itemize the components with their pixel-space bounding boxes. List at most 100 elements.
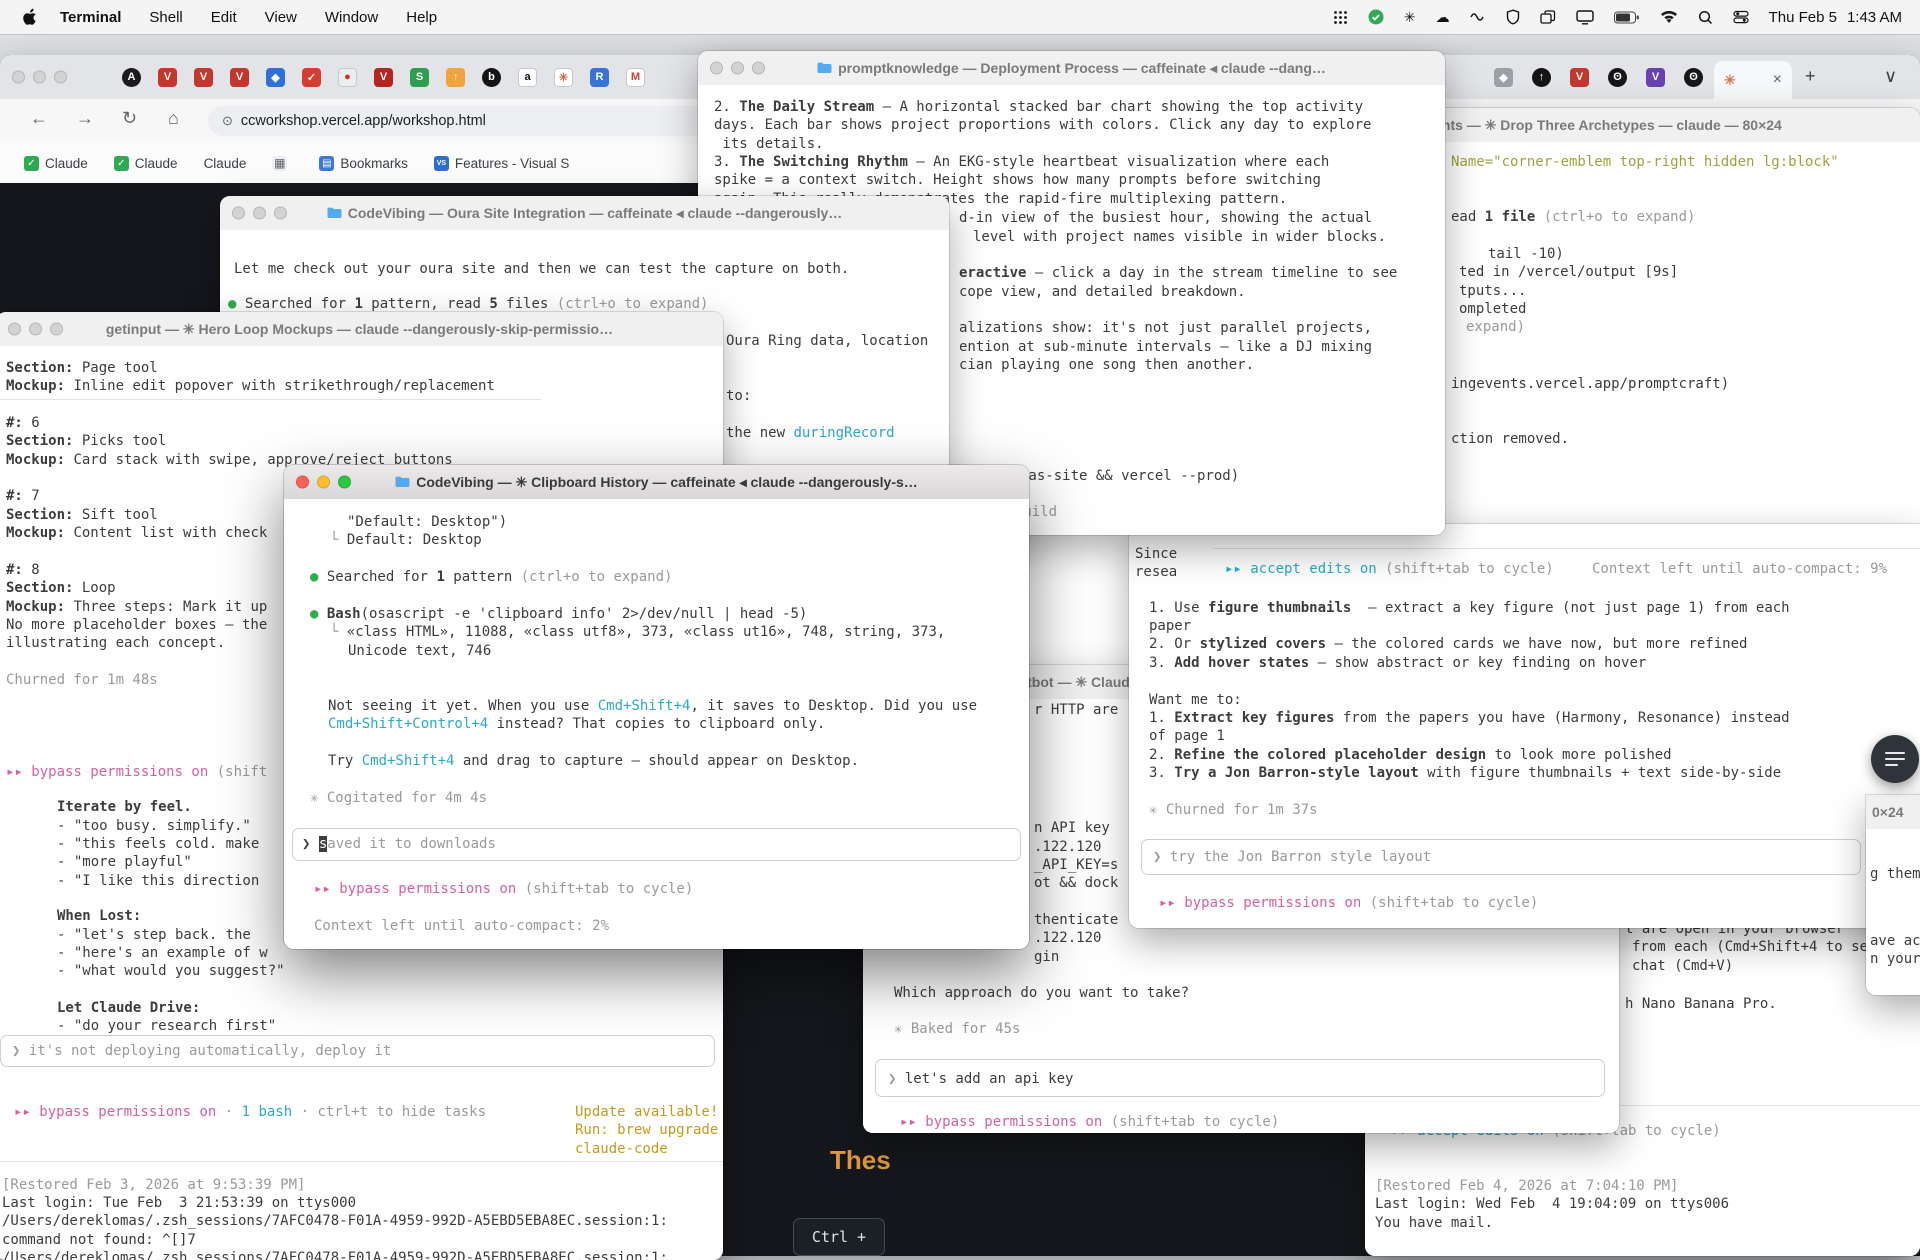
tab-search-button[interactable]: ∨ xyxy=(1884,65,1897,87)
minimize-button[interactable] xyxy=(33,71,46,84)
terminal-line: level with project names visible in wide… xyxy=(973,228,1386,246)
window-titlebar[interactable]: CodeVibing — Oura Site Integration — caf… xyxy=(220,196,949,231)
floating-menu-button[interactable] xyxy=(1871,735,1919,783)
active-tab[interactable]: ✳ × xyxy=(1714,61,1792,99)
pinned-tab[interactable]: R xyxy=(590,68,609,87)
terminal-line: from each (Cmd+Shift+4 to select xyxy=(1632,938,1902,956)
bookmark-item[interactable]: ✓Claude xyxy=(24,156,88,171)
bookmark-label: Bookmarks xyxy=(340,156,408,171)
window-titlebar[interactable]: getinput — ✳ Hero Loop Mockups — claude … xyxy=(0,312,723,347)
pinned-tab[interactable]: A xyxy=(122,68,141,87)
vs-bookmark-icon: VS xyxy=(434,156,449,171)
bookmark-item[interactable]: VSFeatures - Visual S xyxy=(434,156,570,171)
menu-terminal[interactable]: Terminal xyxy=(60,9,121,26)
terminal-line: Context left until auto-compact: 2% xyxy=(314,917,609,935)
reload-button[interactable]: ↻ xyxy=(116,107,143,130)
terminal-line: resea xyxy=(1135,563,1177,581)
forward-button[interactable]: → xyxy=(70,107,100,130)
bookmark-item[interactable]: ✓Claude xyxy=(114,156,178,171)
close-button[interactable] xyxy=(12,71,25,84)
terminal-clipboard-history: CodeVibing — ✳ Clipboard History — caffe… xyxy=(284,465,1029,949)
home-button[interactable]: ⌂ xyxy=(162,107,185,130)
window-titlebar[interactable]: promptknowledge — Deployment Process — c… xyxy=(698,51,1445,86)
terminal-content[interactable]: g themave acn your xyxy=(1866,829,1920,995)
shield-icon[interactable] xyxy=(1506,9,1520,25)
windows-stack-icon[interactable] xyxy=(1540,10,1556,24)
bookmark-item[interactable]: Claude xyxy=(204,156,247,171)
display-icon[interactable] xyxy=(1576,10,1594,25)
apple-menu-icon[interactable] xyxy=(22,8,38,26)
pinned-tab[interactable]: ✓ xyxy=(302,68,321,87)
menu-clock[interactable]: Thu Feb 51:43 AM xyxy=(1769,9,1902,26)
pinned-tab[interactable]: ◆ xyxy=(1494,68,1513,87)
check-bookmark-icon: ✓ xyxy=(114,156,129,171)
bookmark-item[interactable]: ▤Bookmarks xyxy=(319,156,408,171)
terminal-line: - "do your research first" xyxy=(57,1017,276,1035)
pinned-tab[interactable]: ʘ xyxy=(1608,68,1627,87)
new-tab-button[interactable]: + xyxy=(1805,65,1816,87)
pinned-tab[interactable]: ◆ xyxy=(266,68,285,87)
zoom-button[interactable] xyxy=(54,71,67,84)
window-titlebar[interactable]: CodeVibing — ✳ Clipboard History — caffe… xyxy=(284,465,1029,500)
pinned-tab[interactable]: S xyxy=(410,68,429,87)
bookmark-item[interactable]: ▦ xyxy=(272,156,293,171)
menu-help[interactable]: Help xyxy=(406,9,437,26)
terminal-line: .122.120 xyxy=(1034,929,1101,947)
close-tab-icon[interactable]: × xyxy=(1773,71,1782,89)
terminal-line: ction removed. xyxy=(1451,430,1569,448)
pinned-tab[interactable]: V xyxy=(230,68,249,87)
url-bar[interactable]: ⊙ ccworkshop.vercel.app/workshop.html xyxy=(208,106,708,136)
pinned-tab[interactable]: V xyxy=(1570,68,1589,87)
terminal-line: ✳ Baked for 45s xyxy=(894,1020,1020,1038)
pinned-tab[interactable]: ʘ xyxy=(1684,68,1703,87)
app-grid-icon[interactable] xyxy=(1333,10,1348,25)
check-badge-icon[interactable] xyxy=(1368,9,1384,25)
pinned-tab[interactable]: b xyxy=(482,68,501,87)
pinned-tab[interactable]: a xyxy=(518,68,537,87)
terminal-line: 2. The Daily Stream — A horizontal stack… xyxy=(714,98,1363,116)
pinned-tab[interactable]: ↑ xyxy=(446,68,465,87)
terminal-line: - "what would you suggest?" xyxy=(57,962,285,980)
terminal-line: - "too busy. simplify." xyxy=(57,817,251,835)
terminal-line: ted in /vercel/output [9s] xyxy=(1459,263,1678,281)
terminal-line: Try Cmd+Shift+4 and drag to capture — sh… xyxy=(328,752,859,770)
terminal-line: ● Searched for 1 pattern, read 5 files (… xyxy=(228,295,708,313)
terminal-content[interactable]: "Default: Desktop")└ Default: Desktop● S… xyxy=(284,499,1029,949)
menu-view[interactable]: View xyxy=(265,9,297,26)
terminal-line: command not found: ^[]7 xyxy=(2,1231,196,1249)
terminal-line: ✳ Cogitated for 4m 4s xyxy=(310,789,487,807)
control-center-icon[interactable] xyxy=(1733,10,1749,24)
terminal-line: /Users/dereklomas/.zsh_sessions/7AFC0478… xyxy=(2,1249,668,1260)
terminal-content[interactable]: Sinceresea▸▸ accept edits on (shift+tab … xyxy=(1129,524,1920,928)
site-info-icon[interactable]: ⊙ xyxy=(222,113,233,129)
wave-icon[interactable] xyxy=(1470,12,1486,22)
grid-bookmark-icon: ▦ xyxy=(272,156,287,171)
back-button[interactable]: ← xyxy=(24,107,54,130)
window-titlebar[interactable]: 0×24 xyxy=(1866,795,1920,830)
terminal-line: d-in view of the busiest hour, showing t… xyxy=(959,209,1372,227)
pinned-tab[interactable]: V xyxy=(374,68,393,87)
pinned-tab[interactable]: V xyxy=(194,68,213,87)
terminal-line: Let Claude Drive: xyxy=(57,999,200,1017)
asterisk-icon[interactable]: ✳ xyxy=(1404,9,1416,26)
terminal-line: When Lost: xyxy=(57,907,141,925)
battery-icon[interactable] xyxy=(1614,11,1640,24)
pinned-tab[interactable]: V xyxy=(158,68,177,87)
terminal-line: h Nano Banana Pro. xyxy=(1625,995,1777,1013)
pinned-tab[interactable]: ✳ xyxy=(554,68,573,87)
terminal-line: expand) xyxy=(1466,318,1525,336)
cloud-icon[interactable]: ☁ xyxy=(1436,9,1450,26)
terminal-line: Name="corner-emblem top-right hidden lg:… xyxy=(1451,153,1839,171)
pinned-tab[interactable]: ● xyxy=(338,68,357,87)
menu-window[interactable]: Window xyxy=(325,9,378,26)
pinned-tab[interactable]: M xyxy=(626,68,645,87)
wifi-icon[interactable] xyxy=(1660,11,1678,24)
menu-bar: Terminal Shell Edit View Window Help ✳ ☁ Thu … xyxy=(0,0,1920,34)
menu-shell[interactable]: Shell xyxy=(149,9,182,26)
pinned-tabs: AVVV◆✓●VS↑ba✳RM xyxy=(122,55,645,99)
pinned-tab[interactable]: V xyxy=(1646,68,1665,87)
pinned-tab[interactable]: ↑ xyxy=(1532,68,1551,87)
terminal-line: 1. Use figure thumbnails — extract a key… xyxy=(1149,599,1790,617)
menu-edit[interactable]: Edit xyxy=(211,9,237,26)
search-icon[interactable] xyxy=(1698,10,1713,25)
